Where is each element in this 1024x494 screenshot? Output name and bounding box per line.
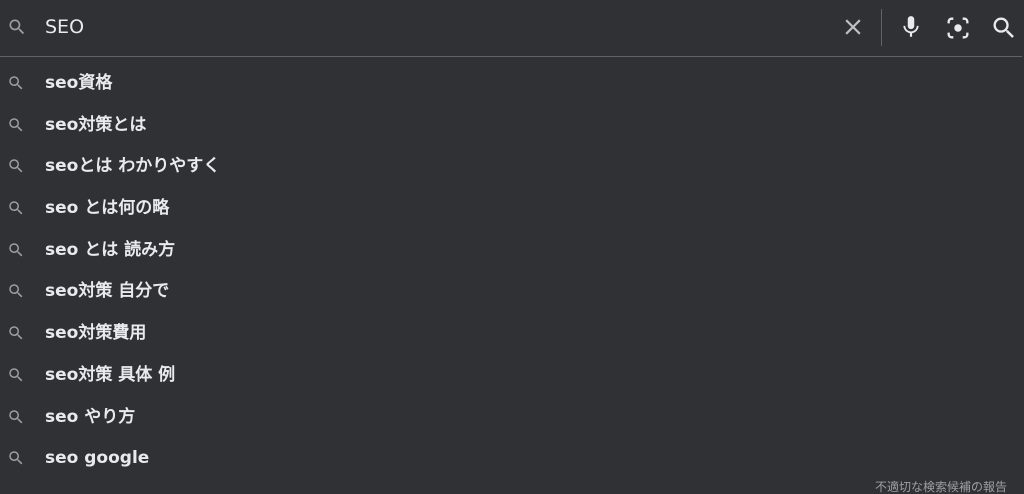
image-search-button[interactable] [944,14,972,42]
suggestion-item[interactable]: seo対策 自分で [0,272,1024,314]
search-icon [7,324,25,342]
suggestion-item[interactable]: seo資格 [0,64,1024,106]
toolbar-divider [881,9,882,46]
suggestion-text: seo とは 読み方 [45,239,176,260]
suggestion-text: seo やり方 [45,406,136,427]
search-icon [993,17,1014,38]
suggestion-text: seo資格 [45,73,113,93]
search-icon [7,282,25,300]
suggestion-item[interactable]: seo対策 具体 例 [0,356,1024,398]
search-icon [7,17,27,37]
search-submit-button[interactable] [990,14,1018,42]
suggestion-text: seo対策費用 [45,323,147,344]
search-icon [7,449,25,467]
search-divider [0,56,1022,57]
clear-search-button[interactable] [840,14,866,40]
suggestion-item[interactable]: seo やり方 [0,398,1024,440]
search-icon [7,408,25,426]
suggestion-text: seo google [45,448,150,469]
suggestion-item[interactable]: seo とは何の略 [0,189,1024,231]
camera-lens-icon [947,17,969,39]
search-icon [7,241,25,259]
suggestion-list: seo資格 seo対策とは seoとは わかりやすく seo とは何の略 seo… [0,64,1024,475]
suggestion-text: seo対策 具体 例 [45,364,176,385]
suggestion-text: seo とは何の略 [45,198,170,219]
suggestion-item[interactable]: seo対策とは [0,106,1024,148]
search-icon [7,199,25,217]
voice-search-button[interactable] [898,13,924,41]
suggestion-item[interactable]: seo とは 読み方 [0,231,1024,273]
search-bar: SEO [0,0,1024,56]
report-suggestions-link[interactable]: 不適切な検索候補の報告 [875,480,1007,494]
close-icon [845,19,861,35]
suggestion-item[interactable]: seoとは わかりやすく [0,147,1024,189]
suggestion-item[interactable]: seo google [0,439,1024,475]
suggestion-text: seo対策 自分で [45,281,170,302]
search-icon [7,157,25,175]
search-icon [7,366,25,384]
search-icon [7,74,25,92]
suggestion-item[interactable]: seo対策費用 [0,314,1024,356]
search-icon [7,116,25,134]
search-input[interactable]: SEO [45,14,84,40]
suggestion-text: seoとは わかりやすく [45,156,221,177]
microphone-icon [903,16,919,37]
suggestion-text: seo対策とは [45,114,147,135]
